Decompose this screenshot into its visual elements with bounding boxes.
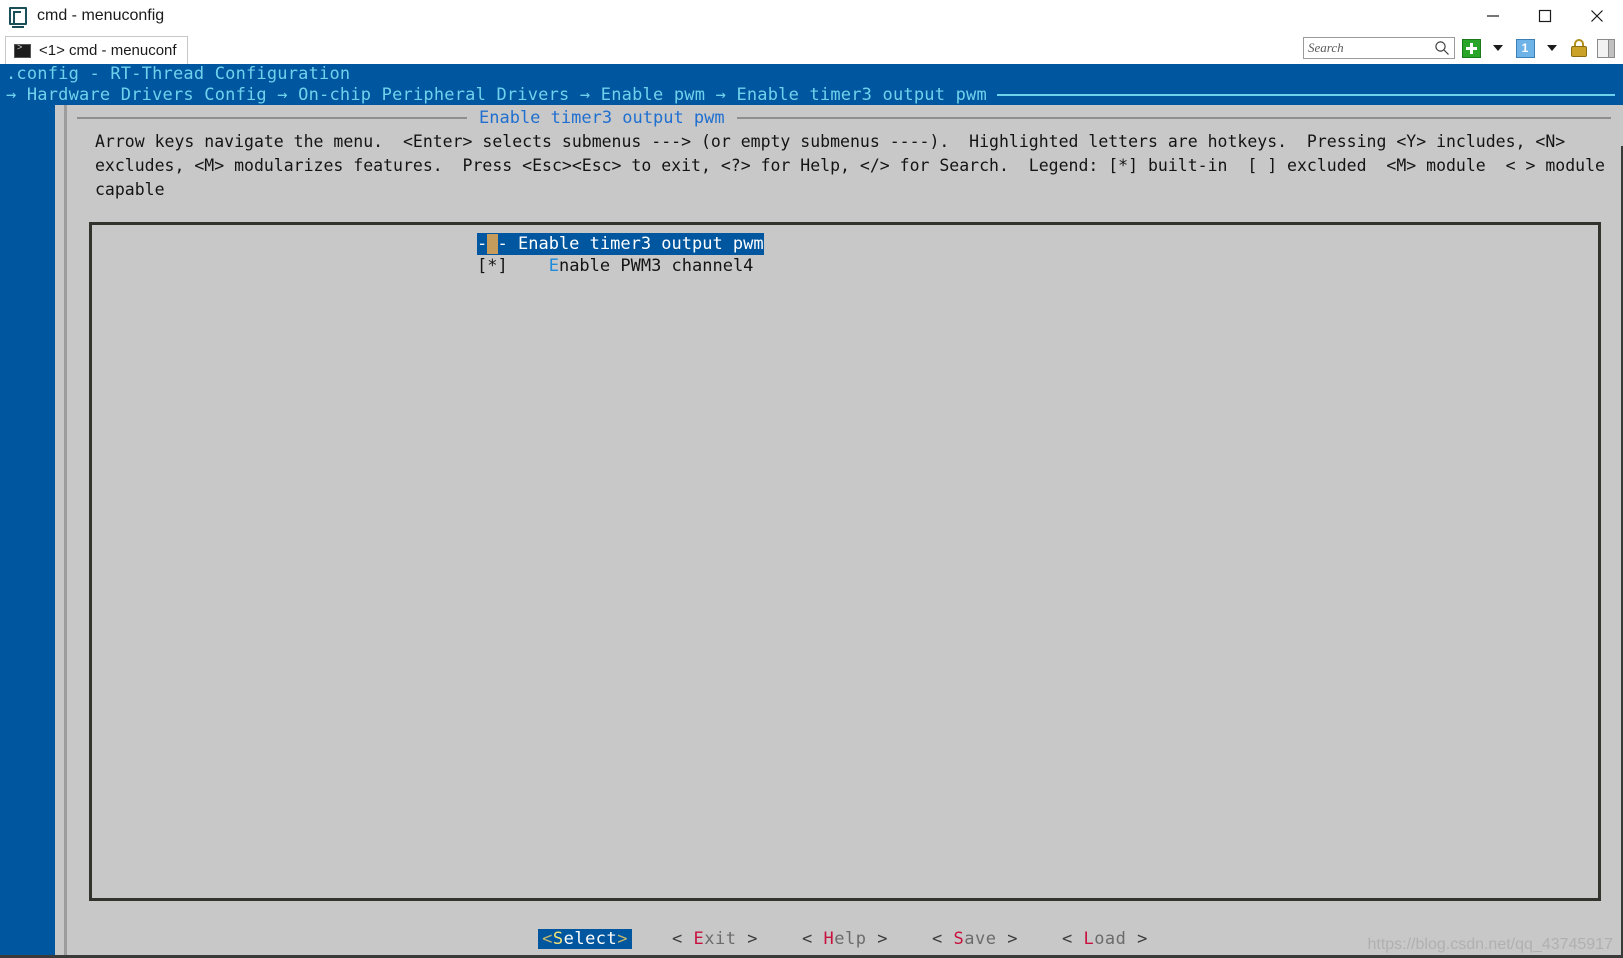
breadcrumb-rule [996, 94, 1615, 96]
window-controls [1467, 0, 1623, 32]
pane-one-button[interactable]: 1 [1514, 37, 1536, 59]
help-close-bracket: > [877, 929, 888, 949]
menu-marker-gap [508, 256, 549, 276]
menu-item-hotkey: E [548, 256, 559, 276]
console-app-icon [9, 7, 27, 28]
menu-list: -*- Enable timer3 output pwm [*] Enable … [92, 233, 1598, 277]
menu-item-cells: [*] Enable PWM3 channel4 [477, 255, 753, 277]
search-input[interactable]: Search [1303, 37, 1455, 59]
window-title: cmd - menuconfig [37, 7, 165, 24]
split-panel-icon [1597, 38, 1615, 58]
maximize-icon [1538, 9, 1552, 23]
green-plus-icon [1461, 38, 1481, 58]
console-icon [14, 43, 31, 58]
select-label: elect [563, 929, 618, 949]
menu-marker-left: [ [477, 256, 488, 276]
menu-item-label: nable PWM3 channel4 [558, 256, 754, 276]
lock-button[interactable] [1568, 37, 1590, 59]
breadcrumb-text: → Hardware Drivers Config → On-chip Peri… [6, 85, 987, 105]
select-close-bracket: > [617, 929, 629, 949]
help-open-bracket: < [802, 929, 813, 949]
dialog-right-edge [1617, 146, 1623, 958]
menu-item-label: Enable timer3 output pwm [518, 234, 764, 254]
menu-list-panel: -*- Enable timer3 output pwm [*] Enable … [89, 222, 1601, 901]
config-title: .config - RT-Thread Configuration [6, 64, 351, 84]
pane-one-icon: 1 [1515, 38, 1535, 58]
menu-marker-star: * [487, 256, 498, 276]
menuconfig-dialog: Enable timer3 output pwm Arrow keys navi… [67, 105, 1623, 958]
maximize-button[interactable] [1519, 0, 1571, 32]
select-open-bracket: < [542, 929, 553, 949]
exit-close-bracket: > [747, 929, 758, 949]
save-close-bracket: > [1007, 929, 1018, 949]
load-open-bracket: < [1061, 929, 1073, 949]
save-hotkey: S [953, 929, 965, 949]
load-button[interactable]: < Load > [1040, 929, 1170, 949]
dialog-rule-right [736, 117, 1611, 119]
magnifier-icon [1435, 41, 1449, 55]
dialog-title: Enable timer3 output pwm [479, 108, 725, 128]
select-hotkey: S [552, 929, 564, 949]
menu-marker-gap [508, 234, 518, 254]
save-label: ave [964, 929, 997, 949]
minimize-button[interactable] [1467, 0, 1519, 32]
load-close-bracket: > [1137, 929, 1148, 949]
window-title-bar: cmd - menuconfig [0, 0, 1623, 32]
exit-button[interactable]: < Exit > [650, 929, 780, 949]
dialog-rule-left [77, 117, 467, 119]
chevron-down-icon [1493, 45, 1503, 51]
help-text: Arrow keys navigate the menu. <Enter> se… [95, 132, 1605, 199]
exit-label: xit [704, 929, 737, 949]
tab-label: <1> cmd - menuconf [39, 42, 177, 59]
rail-gap [55, 105, 64, 958]
layout-button[interactable] [1595, 37, 1617, 59]
help-label: elp [834, 929, 867, 949]
new-tab-button[interactable] [1460, 37, 1482, 59]
menu-marker-star: * [487, 234, 498, 254]
search-input-text: Search [1308, 40, 1344, 55]
terminal-surface: .config - RT-Thread Configuration → Hard… [0, 64, 1623, 958]
save-open-bracket: < [931, 929, 943, 949]
lock-icon [1571, 39, 1587, 57]
select-button[interactable]: <Select> [538, 929, 633, 949]
menu-item-cells: -*- Enable timer3 output pwm [477, 233, 764, 255]
watermark: https://blog.csdn.net/qq_43745917 [1367, 936, 1613, 953]
menu-marker-right: - [497, 234, 508, 254]
new-tab-dropdown-button[interactable] [1487, 37, 1509, 59]
load-hotkey: L [1083, 929, 1095, 949]
menu-marker-right: ] [497, 256, 508, 276]
menu-item-enable-pwm3-channel4[interactable]: [*] Enable PWM3 channel4 [92, 255, 1598, 277]
menu-marker-left: - [477, 234, 488, 254]
help-button[interactable]: < Help > [780, 929, 910, 949]
exit-open-bracket: < [672, 929, 683, 949]
load-label: oad [1094, 929, 1127, 949]
breadcrumb: → Hardware Drivers Config → On-chip Peri… [6, 85, 1623, 105]
save-button[interactable]: < Save > [910, 929, 1040, 949]
close-icon [1591, 10, 1603, 22]
menu-item-enable-timer3-output-pwm[interactable]: -*- Enable timer3 output pwm [92, 233, 1598, 255]
menuconfig-header: .config - RT-Thread Configuration → Hard… [0, 64, 1623, 105]
exit-hotkey: E [693, 929, 705, 949]
tab-cmd-menuconf[interactable]: <1> cmd - menuconf [5, 36, 188, 64]
dialog-title-row: Enable timer3 output pwm [77, 107, 1611, 129]
pane-dropdown-button[interactable] [1541, 37, 1563, 59]
minimize-icon [1487, 15, 1499, 17]
chevron-down-icon [1547, 45, 1557, 51]
close-button[interactable] [1571, 0, 1623, 32]
help-hotkey: H [823, 929, 835, 949]
tab-strip: <1> cmd - menuconf Search 1 [0, 32, 1623, 64]
left-rail [0, 105, 55, 958]
toolbar: Search 1 [1303, 32, 1623, 64]
